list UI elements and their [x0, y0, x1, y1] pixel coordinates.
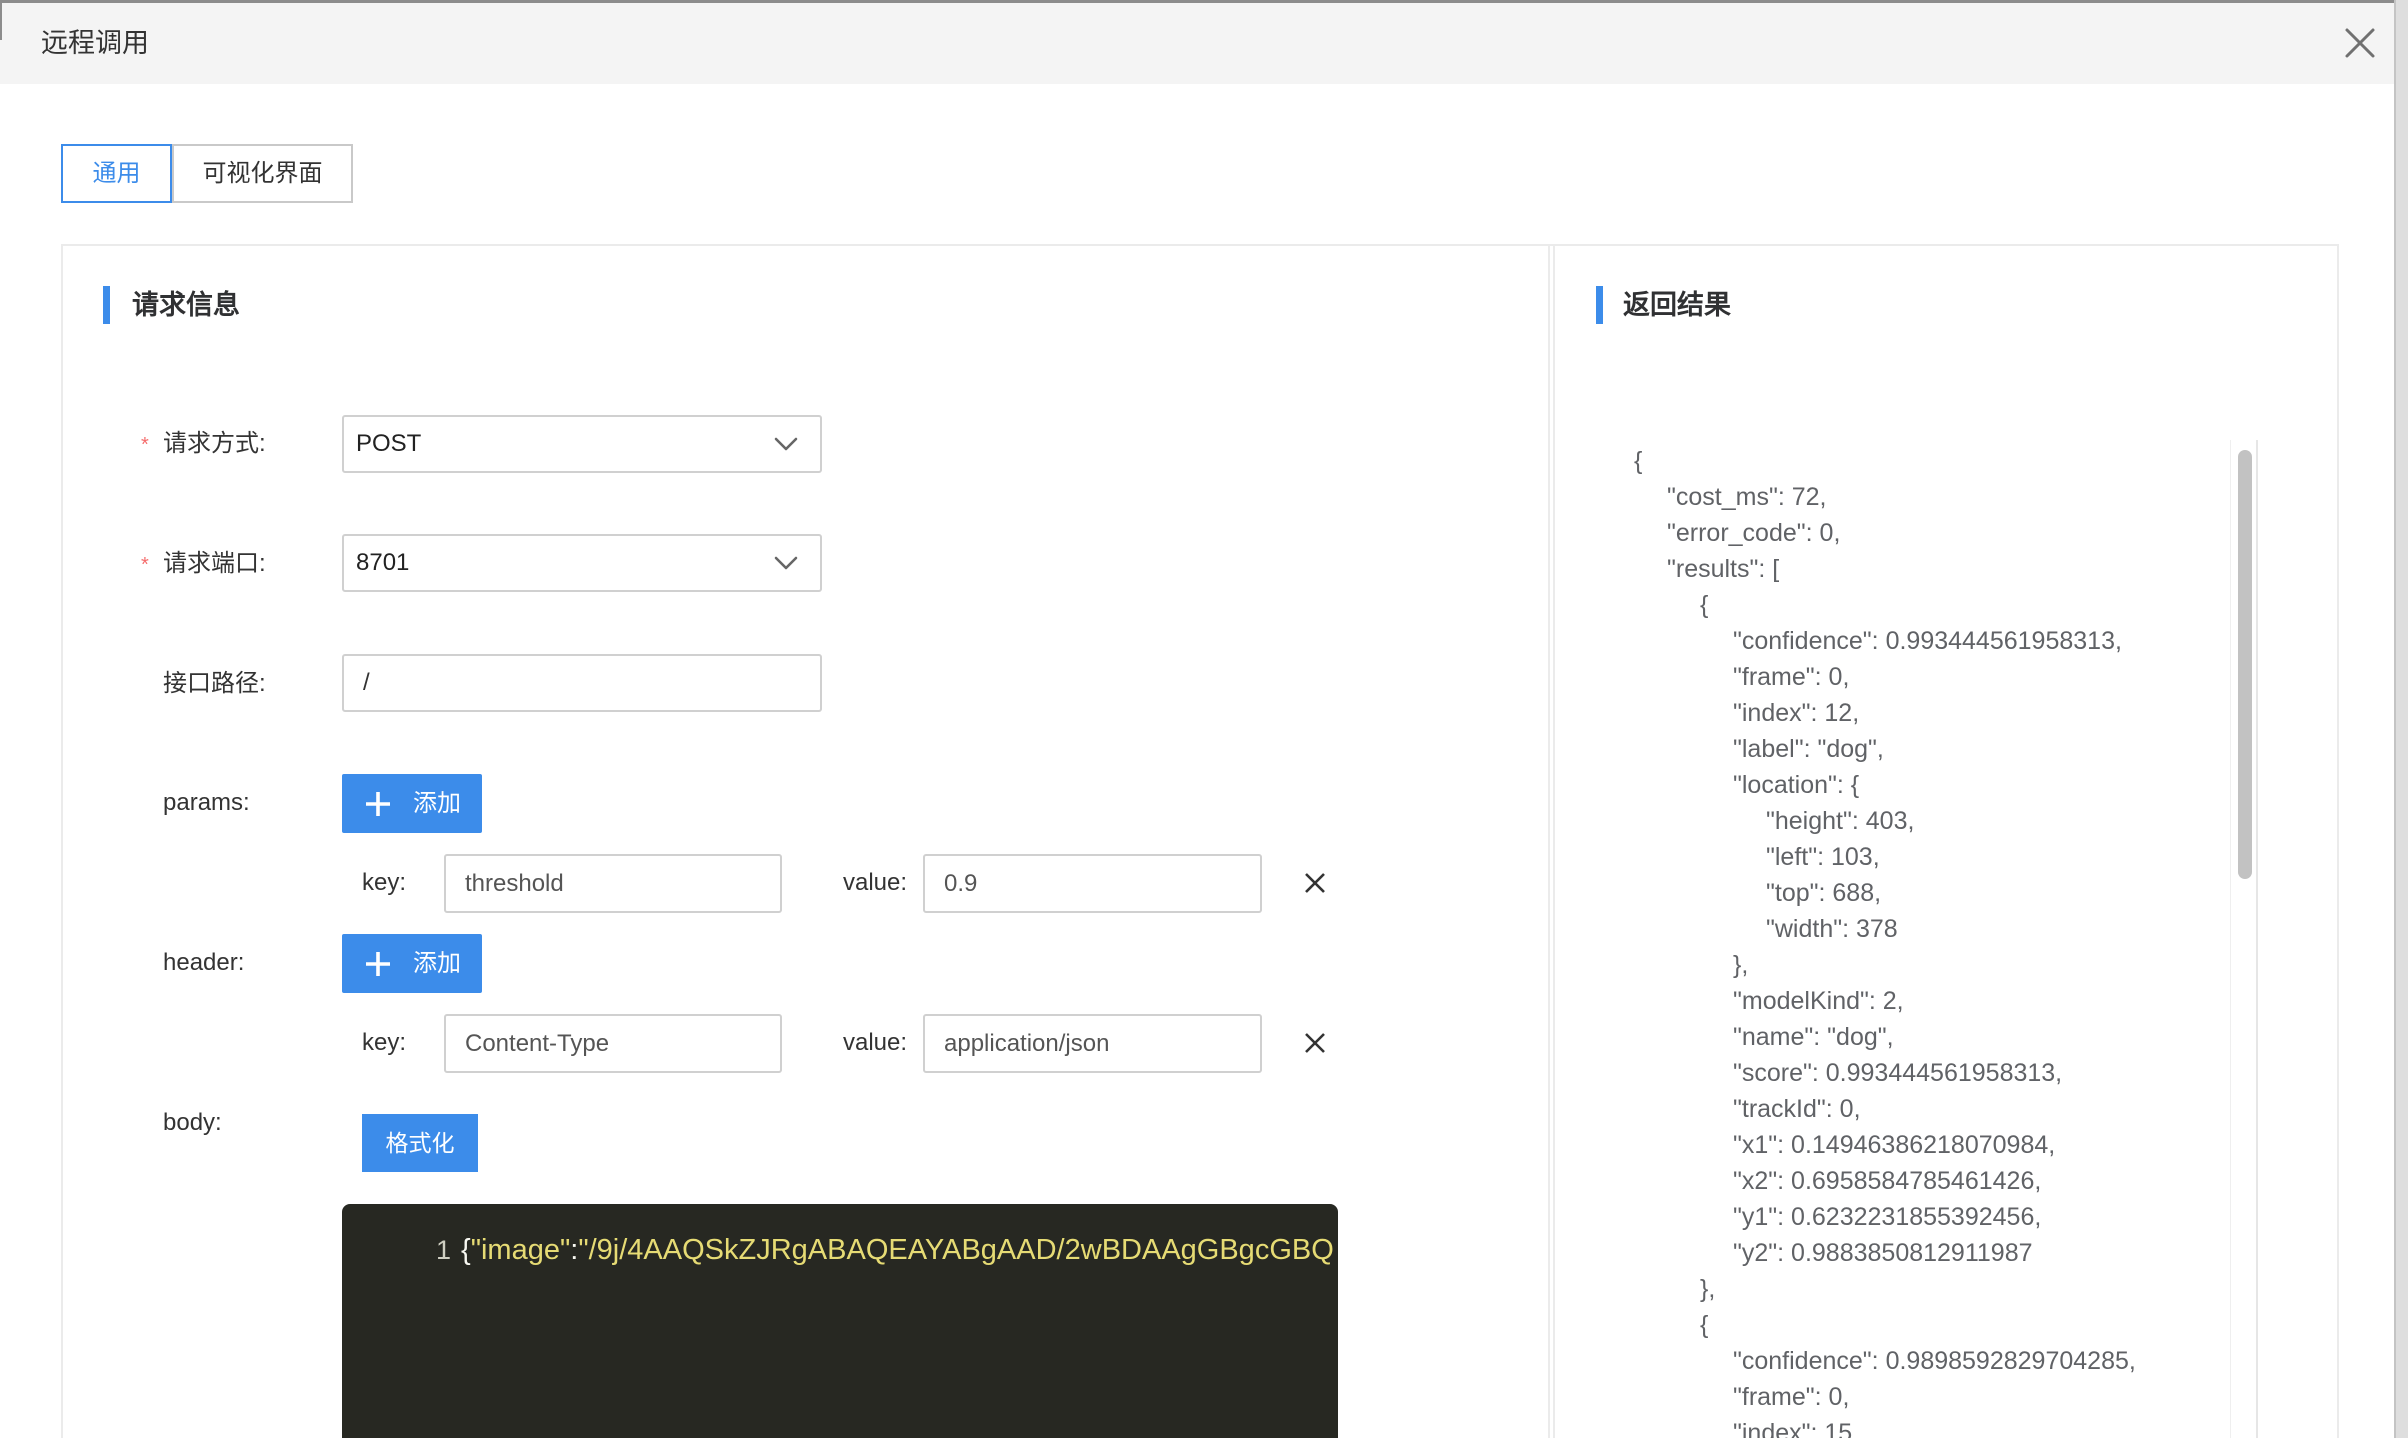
params-label: params:	[163, 789, 250, 816]
header-key-input[interactable]	[444, 1014, 782, 1073]
response-json-viewer[interactable]: { "cost_ms": 72, "error_code": 0, "resul…	[1597, 440, 2258, 1438]
param-value-input[interactable]	[923, 854, 1262, 913]
header-value-label: value:	[843, 1029, 908, 1056]
json-line: "results": [	[1667, 555, 1780, 583]
json-line: },	[1700, 1275, 1716, 1303]
line-number: 1	[436, 1235, 452, 1265]
plus-icon	[366, 792, 390, 816]
code-line: 1 {"image":"/9j/4AAQSkZJRgABAQEAYABgAAD/…	[342, 1230, 1338, 1270]
code-open-brace: {	[461, 1234, 471, 1266]
tab-general-label: 通用	[92, 160, 141, 187]
json-line: "width": 378	[1766, 915, 1898, 943]
request-section-title: 请求信息	[132, 290, 240, 320]
header-label: header:	[163, 949, 245, 976]
format-button[interactable]: 格式化	[362, 1114, 478, 1172]
header-key-label: key:	[362, 1029, 407, 1056]
add-param-label: 添加	[413, 790, 461, 817]
dialog-header: 远程调用	[0, 0, 2394, 84]
json-line: {	[1700, 591, 1709, 619]
json-line: "location": {	[1733, 771, 1860, 799]
param-key-input[interactable]	[444, 854, 782, 913]
remove-icon[interactable]	[1303, 871, 1327, 895]
section-accent-bar	[103, 286, 110, 324]
required-mark: *	[141, 554, 149, 576]
method-label: 请求方式:	[163, 430, 266, 457]
port-select-value: 8701	[356, 549, 410, 576]
json-line: "name": "dog",	[1733, 1023, 1894, 1051]
tab-visual-interface[interactable]: 可视化界面	[172, 144, 353, 203]
tab-general[interactable]: 通用	[61, 144, 172, 203]
scrollbar-thumb[interactable]	[2238, 450, 2252, 879]
json-line: },	[1733, 951, 1749, 979]
json-line: "score": 0.993444561958313,	[1733, 1059, 2063, 1087]
chevron-down-icon	[774, 556, 798, 570]
dialog-left-edge	[0, 0, 2, 40]
required-mark: *	[141, 434, 149, 456]
tab-visual-interface-label: 可视化界面	[202, 160, 323, 187]
path-input[interactable]	[342, 654, 822, 712]
json-line: "confidence": 0.993444561958313,	[1733, 627, 2122, 655]
json-line: {	[1634, 447, 1643, 475]
json-line: "y2": 0.9883850812911987	[1733, 1239, 2033, 1267]
method-select-value: POST	[356, 430, 422, 457]
body-label: body:	[163, 1109, 222, 1136]
json-line: "frame": 0,	[1733, 1383, 1850, 1411]
json-line: "frame": 0,	[1733, 663, 1850, 691]
dialog-top-border	[0, 0, 2394, 3]
json-line: "x1": 0.14946386218070984,	[1733, 1131, 2056, 1159]
code-value: "/9j/4AAQSkZJRgABAQEAYABgAAD/2wBDAAgGBgc…	[578, 1234, 1334, 1266]
json-line: "modelKind": 2,	[1733, 987, 1904, 1015]
json-line: "top": 688,	[1766, 879, 1882, 907]
scrollbar-track[interactable]	[2230, 440, 2256, 1438]
code-text: {"image":"/9j/4AAQSkZJRgABAQEAYABgAAD/2w…	[461, 1230, 1338, 1270]
json-line: "confidence": 0.9898592829704285,	[1733, 1347, 2136, 1375]
close-icon	[2345, 28, 2375, 58]
param-key-label: key:	[362, 869, 407, 896]
response-section-title: 返回结果	[1623, 290, 1731, 320]
chevron-down-icon	[774, 437, 798, 451]
port-label: 请求端口:	[163, 550, 266, 577]
json-line: {	[1700, 1311, 1709, 1339]
method-select[interactable]: POST	[342, 415, 822, 473]
json-line: "left": 103,	[1766, 843, 1880, 871]
json-line: "x2": 0.6958584785461426,	[1733, 1167, 2042, 1195]
request-panel: 请求信息 * 请求方式: POST * 请求端口: 8701 接口路径: / p…	[63, 246, 1550, 1438]
dialog-title: 远程调用	[41, 28, 149, 58]
json-line: "label": "dog",	[1733, 735, 1884, 763]
add-param-button[interactable]: 添加	[342, 774, 482, 833]
path-label: 接口路径:	[163, 670, 266, 697]
remote-call-dialog: 远程调用 通用 可视化界面 请求信息 * 请求方式: POST * 请求端口: …	[0, 0, 2396, 1438]
close-button[interactable]	[2343, 26, 2377, 60]
section-accent-bar	[1596, 286, 1603, 324]
param-value-label: value:	[843, 869, 908, 896]
response-panel: 返回结果 { "cost_ms": 72, "error_code": 0, "…	[1553, 246, 2337, 1438]
json-line: "trackId": 0,	[1733, 1095, 1861, 1123]
remove-icon[interactable]	[1303, 1031, 1327, 1055]
main-panel: 请求信息 * 请求方式: POST * 请求端口: 8701 接口路径: / p…	[61, 244, 2339, 1438]
add-header-button[interactable]: 添加	[342, 934, 482, 993]
json-line: "error_code": 0,	[1667, 519, 1841, 547]
add-header-label: 添加	[413, 950, 461, 977]
response-json: { "cost_ms": 72, "error_code": 0, "resul…	[1634, 443, 2226, 1438]
json-line: "y1": 0.6232231855392456,	[1733, 1203, 2042, 1231]
plus-icon	[366, 952, 390, 976]
json-line: "height": 403,	[1766, 807, 1915, 835]
port-select[interactable]: 8701	[342, 534, 822, 592]
header-value-input[interactable]	[923, 1014, 1262, 1073]
body-code-editor[interactable]: 1 {"image":"/9j/4AAQSkZJRgABAQEAYABgAAD/…	[342, 1204, 1338, 1438]
json-line: "index": 12,	[1733, 699, 1860, 727]
json-line: "cost_ms": 72,	[1667, 483, 1827, 511]
json-line: "index": 15	[1733, 1419, 1853, 1438]
code-key: "image"	[470, 1234, 571, 1266]
